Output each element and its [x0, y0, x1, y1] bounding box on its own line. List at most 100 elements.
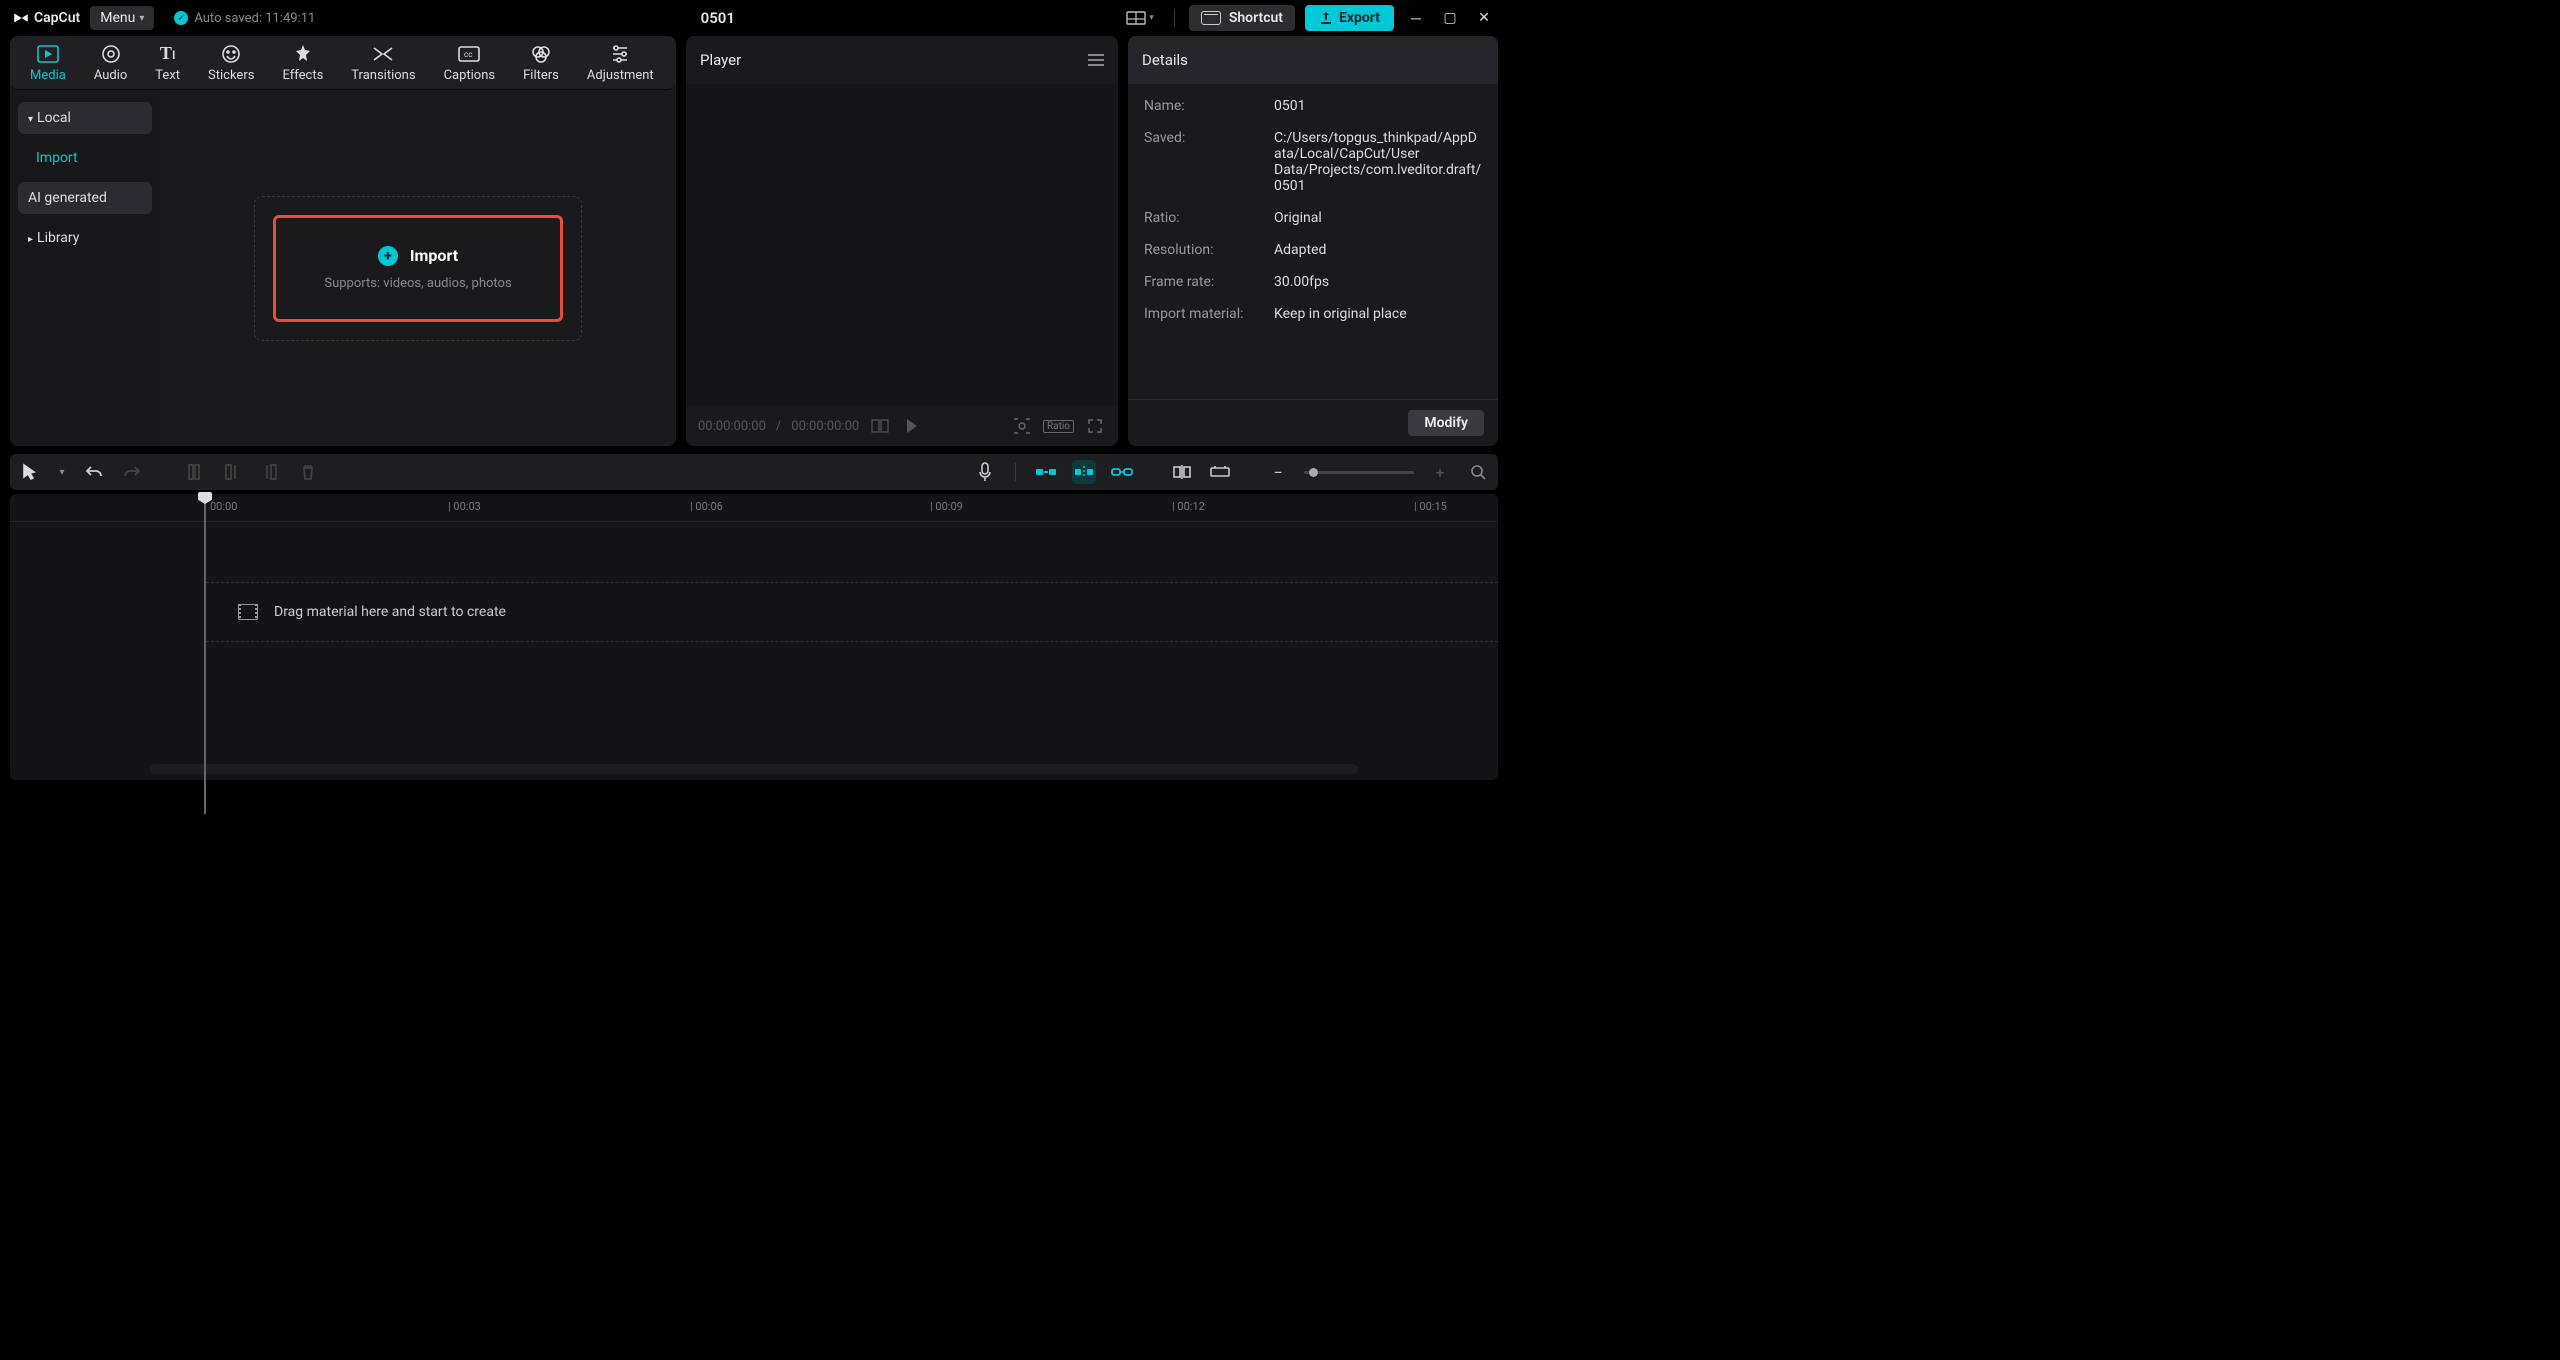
- playhead[interactable]: [204, 494, 206, 814]
- chevron-down-icon: ▾: [1149, 13, 1154, 23]
- tab-effects[interactable]: Effects: [268, 43, 337, 83]
- fullscreen-button[interactable]: [1084, 416, 1106, 436]
- tool-dropdown[interactable]: ▾: [56, 460, 68, 484]
- tab-label: Filters: [523, 68, 559, 83]
- detail-row-framerate: Frame rate:30.00fps: [1144, 274, 1482, 290]
- shortcut-button[interactable]: Shortcut: [1189, 5, 1295, 31]
- ratio-button[interactable]: Ratio: [1043, 420, 1074, 433]
- auto-snap-button[interactable]: [1072, 460, 1096, 484]
- slider-knob[interactable]: [1309, 468, 1318, 477]
- tab-label: Audio: [94, 68, 127, 83]
- cover-track-button[interactable]: [1208, 460, 1232, 484]
- caret-down-icon: ▾: [28, 114, 33, 125]
- app-logo: CapCut: [12, 9, 80, 27]
- selection-tool[interactable]: [18, 460, 42, 484]
- svg-text:cc: cc: [464, 50, 472, 59]
- project-title: 0501: [325, 9, 1110, 27]
- import-row: + Import: [378, 246, 458, 266]
- timeline-scrollbar[interactable]: [150, 764, 1358, 774]
- menu-button[interactable]: Menu ▾: [90, 6, 154, 30]
- timeline-toolbar: ▾ − +: [10, 454, 1498, 490]
- tab-label: Stickers: [208, 68, 254, 83]
- separator: [1174, 9, 1175, 27]
- check-icon: ✓: [174, 11, 188, 25]
- adjustment-icon: [610, 43, 630, 65]
- tab-label: Captions: [444, 68, 496, 83]
- delete-button[interactable]: [296, 460, 320, 484]
- detail-row-name: Name: 0501: [1144, 98, 1482, 114]
- import-box-highlight: + Import Supports: videos, audios, photo…: [273, 215, 562, 322]
- tick: 00:06: [695, 500, 722, 513]
- captions-icon: cc: [458, 43, 480, 65]
- redo-button[interactable]: [120, 460, 144, 484]
- detail-row-ratio: Ratio:Original: [1144, 210, 1482, 226]
- sidebar-label: Library: [37, 230, 79, 246]
- record-voiceover-button[interactable]: [973, 460, 997, 484]
- plus-icon: +: [378, 246, 398, 266]
- detail-key: Saved:: [1144, 130, 1262, 194]
- tab-label: Adjustment: [587, 68, 654, 83]
- zoom-fit-button[interactable]: [1466, 460, 1490, 484]
- tab-stickers[interactable]: Stickers: [194, 43, 268, 83]
- tab-adjustment[interactable]: Adjustment: [573, 43, 668, 83]
- play-button[interactable]: [901, 416, 923, 436]
- details-panel: Details Name:0501 Saved:C:/Users/topgus_…: [1128, 36, 1498, 446]
- sidebar-item-import[interactable]: Import: [18, 142, 152, 174]
- tab-audio[interactable]: Audio: [80, 43, 141, 83]
- layout-button[interactable]: ▾: [1120, 8, 1160, 28]
- tab-label: Media: [30, 68, 66, 83]
- zoom-in-button[interactable]: +: [1428, 460, 1452, 484]
- video-track[interactable]: Drag material here and start to create: [206, 582, 1498, 642]
- app-name: CapCut: [34, 10, 80, 26]
- main-track-magnet-button[interactable]: [1034, 460, 1058, 484]
- tick: 00:00: [210, 500, 237, 513]
- effects-icon: [293, 43, 313, 65]
- tab-text[interactable]: TI Text: [141, 43, 194, 83]
- menu-label: Menu: [100, 10, 135, 26]
- split-right-button[interactable]: [258, 460, 282, 484]
- detail-value: Keep in original place: [1274, 306, 1482, 322]
- tab-media[interactable]: Media: [16, 43, 80, 83]
- linkage-button[interactable]: [1110, 460, 1134, 484]
- zoom-out-button[interactable]: −: [1266, 460, 1290, 484]
- preview-axis-button[interactable]: [1170, 460, 1194, 484]
- split-button[interactable]: [182, 460, 206, 484]
- detail-value: 0501: [1274, 98, 1482, 114]
- transitions-icon: [372, 43, 394, 65]
- details-body: Name: 0501 Saved:C:/Users/topgus_thinkpad…: [1128, 84, 1498, 399]
- compare-view-button[interactable]: [869, 416, 891, 436]
- detail-key: Name:: [1144, 98, 1262, 114]
- window-minimize[interactable]: ─: [1404, 6, 1428, 30]
- scan-button[interactable]: [1011, 416, 1033, 436]
- player-menu-button[interactable]: [1088, 54, 1104, 66]
- split-left-button[interactable]: [220, 460, 244, 484]
- zoom-slider[interactable]: [1304, 471, 1414, 474]
- text-icon: TI: [160, 43, 175, 65]
- media-panel: Media Audio TI Text Stickers Effects Tra…: [10, 36, 676, 446]
- tab-captions[interactable]: cc Captions: [430, 43, 510, 83]
- undo-button[interactable]: [82, 460, 106, 484]
- sidebar-item-ai-generated[interactable]: AI generated: [18, 182, 152, 214]
- window-maximize[interactable]: ▢: [1438, 6, 1462, 30]
- detail-row-saved: Saved:C:/Users/topgus_thinkpad/AppData/L…: [1144, 130, 1482, 194]
- window-close[interactable]: ✕: [1472, 6, 1496, 30]
- import-dropzone[interactable]: + Import Supports: videos, audios, photo…: [254, 196, 581, 341]
- timeline-ruler[interactable]: 00:00 | 00:03 | 00:06 | 00:09 | 00:12 | …: [10, 494, 1498, 522]
- sidebar-item-local[interactable]: ▾Local: [18, 102, 152, 134]
- layout-icon: [1126, 11, 1146, 25]
- player-viewport[interactable]: [686, 84, 1118, 406]
- caret-right-icon: ▸: [28, 234, 33, 245]
- tab-filters[interactable]: Filters: [509, 43, 573, 83]
- time-current: 00:00:00:00: [698, 419, 766, 434]
- sidebar-item-library[interactable]: ▸ Library: [18, 222, 152, 254]
- export-button[interactable]: Export: [1305, 5, 1394, 31]
- modify-button[interactable]: Modify: [1408, 410, 1484, 436]
- tab-label: Transitions: [351, 68, 415, 83]
- tick: 00:03: [453, 500, 480, 513]
- main-row: Media Audio TI Text Stickers Effects Tra…: [0, 36, 1508, 446]
- filters-icon: [531, 43, 551, 65]
- detail-row-import: Import material:Keep in original place: [1144, 306, 1482, 322]
- timeline-body[interactable]: Drag material here and start to create: [10, 522, 1498, 764]
- player-title: Player: [700, 51, 741, 69]
- tab-transitions[interactable]: Transitions: [337, 43, 429, 83]
